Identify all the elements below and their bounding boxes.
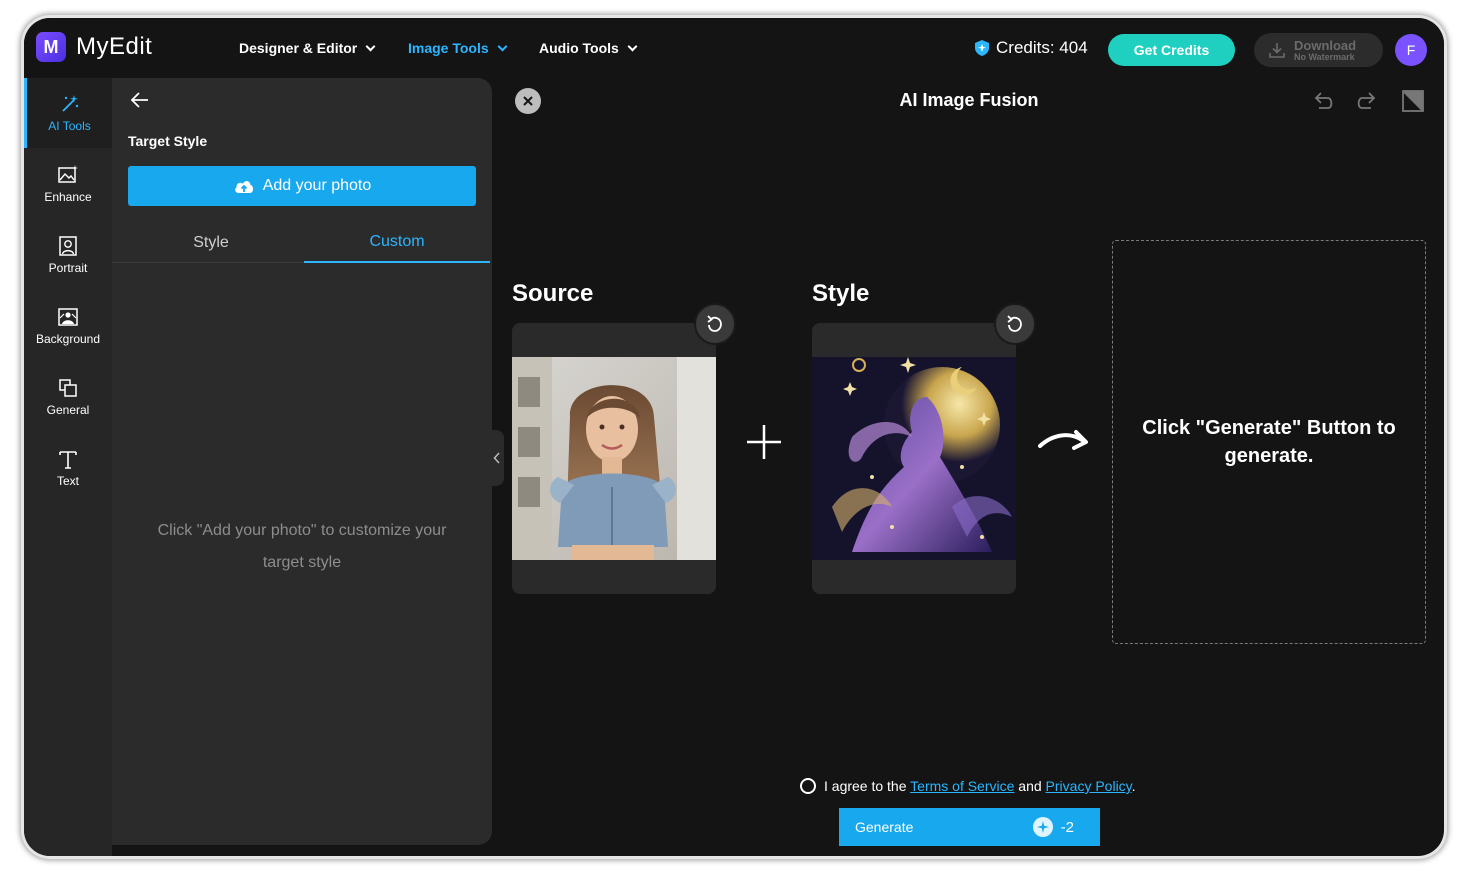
enhance-image-icon	[58, 165, 78, 183]
style-reset-button[interactable]	[994, 303, 1036, 345]
privacy-link[interactable]: Privacy Policy	[1046, 778, 1132, 794]
terms-agreement: I agree to the Terms of Service and Priv…	[800, 778, 1136, 794]
app-name: MyEdit	[76, 33, 153, 60]
redo-icon[interactable]	[1354, 88, 1380, 114]
nav-designer-editor[interactable]: Designer & Editor	[239, 40, 376, 56]
credits-shield-icon	[975, 40, 989, 56]
top-bar: M MyEdit Designer & Editor Image Tools A…	[24, 18, 1444, 78]
chevron-left-icon	[493, 452, 500, 464]
add-photo-button[interactable]: Add your photo	[128, 166, 476, 206]
source-label: Source	[512, 280, 594, 307]
tab-custom[interactable]: Custom	[304, 223, 490, 263]
collapse-panel-button[interactable]	[490, 430, 504, 486]
style-tabs: Style Custom	[112, 223, 490, 263]
credit-cost: -2	[1032, 817, 1074, 837]
chevron-down-icon	[365, 41, 376, 51]
source-photo	[512, 357, 716, 560]
agree-radio[interactable]	[800, 778, 816, 794]
tab-style[interactable]: Style	[118, 223, 304, 263]
logo[interactable]: M MyEdit	[36, 32, 152, 62]
app-window: M MyEdit Designer & Editor Image Tools A…	[24, 18, 1444, 856]
chevron-down-icon	[627, 41, 638, 51]
target-style-panel: Target Style Add your photo Style Custom…	[112, 78, 492, 845]
close-button[interactable]	[515, 88, 541, 114]
refresh-icon	[1007, 315, 1022, 332]
refresh-icon	[707, 315, 722, 332]
page-title: AI Image Fusion	[899, 90, 1039, 110]
result-placeholder: Click "Generate" Button to generate.	[1112, 240, 1426, 644]
portrait-icon	[59, 236, 77, 256]
rail-item-enhance[interactable]: Enhance	[24, 149, 112, 219]
style-photo	[812, 357, 1016, 560]
rail-item-portrait[interactable]: Portrait	[24, 220, 112, 290]
plus-icon	[747, 425, 781, 459]
get-credits-button[interactable]: Get Credits	[1108, 34, 1235, 66]
nav-image-tools[interactable]: Image Tools	[408, 40, 508, 56]
terms-link[interactable]: Terms of Service	[910, 778, 1014, 794]
arrow-right-icon	[1038, 430, 1088, 450]
chevron-down-icon	[497, 41, 508, 51]
rail-item-background[interactable]: Background	[24, 291, 112, 361]
credits-display: Credits: 404	[974, 38, 1088, 58]
compare-icon[interactable]	[1400, 88, 1426, 114]
rail-item-general[interactable]: General	[24, 362, 112, 432]
nav-audio-tools[interactable]: Audio Tools	[539, 40, 638, 56]
tool-rail: AI Tools Enhance Portrait Background Gen…	[24, 78, 112, 856]
magic-wand-icon	[61, 95, 78, 112]
download-icon	[1269, 43, 1285, 58]
download-button[interactable]: Download No Watermark	[1254, 33, 1383, 67]
credit-icon	[1032, 817, 1053, 837]
panel-hint: Click "Add your photo" to customize your…	[157, 522, 447, 571]
source-reset-button[interactable]	[694, 303, 736, 345]
result-hint: Click "Generate" Button to generate.	[1142, 417, 1396, 467]
user-avatar[interactable]: F	[1395, 34, 1427, 66]
rail-item-text[interactable]: Text	[24, 433, 112, 503]
close-icon	[523, 96, 533, 106]
generate-button[interactable]: Generate -2	[839, 808, 1100, 846]
logo-mark: M	[36, 32, 66, 62]
text-icon	[59, 451, 77, 469]
undo-icon[interactable]	[1310, 88, 1336, 114]
style-label: Style	[812, 280, 870, 307]
background-icon	[58, 308, 78, 326]
general-icon	[59, 379, 77, 397]
panel-title: Target Style	[128, 133, 208, 149]
cloud-upload-icon	[234, 181, 253, 193]
source-card[interactable]	[512, 303, 736, 594]
style-card[interactable]	[812, 303, 1036, 594]
back-arrow-icon[interactable]	[128, 88, 152, 112]
rail-item-ai-tools[interactable]: AI Tools	[24, 78, 112, 148]
